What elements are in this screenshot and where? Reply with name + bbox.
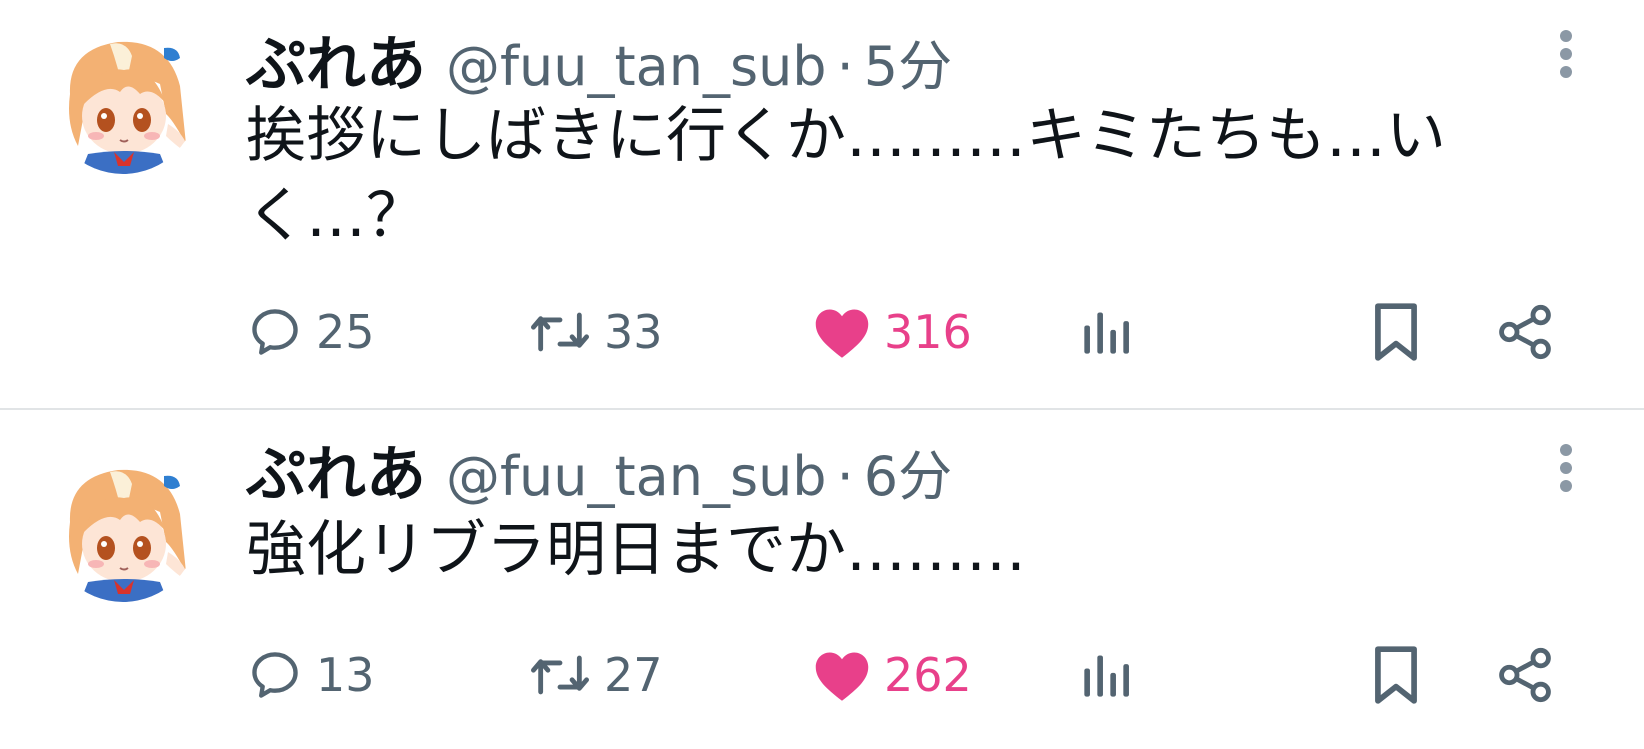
bookmark-icon [1375,303,1417,361]
more-options-button[interactable] [1556,440,1576,500]
retweet-button[interactable]: 27 [528,640,663,710]
display-name[interactable]: ぷれあ [246,16,426,103]
reply-count: 25 [316,305,375,359]
tweet-actions: 25 33 316 [246,297,1576,367]
like-button[interactable]: 262 [812,640,972,710]
tweet-actions: 13 27 262 [246,640,1576,710]
retweet-count: 33 [604,305,663,359]
timestamp[interactable]: 6分 [864,432,952,511]
heart-icon [815,652,869,701]
avatar-image [48,452,198,602]
more-options-button[interactable] [1556,26,1576,86]
more-icon [1560,444,1572,492]
retweet-icon [531,655,589,695]
bookmark-button[interactable] [1370,297,1422,367]
user-handle[interactable]: @fuu_tan_sub [446,35,827,98]
views-icon [1084,312,1129,354]
tweet-header: ぷれあ @fuu_tan_sub · 6分 [246,426,952,513]
views-icon [1084,655,1129,697]
heart-icon [815,309,869,358]
tweet-text: 強化リブラ明日までか……… [246,515,1026,585]
reply-count: 13 [316,648,375,702]
share-icon [1499,647,1551,703]
views-button[interactable] [1080,640,1132,710]
share-button[interactable] [1496,297,1554,367]
like-count: 262 [884,648,972,702]
user-handle[interactable]: @fuu_tan_sub [446,445,827,508]
more-icon [1560,30,1572,78]
retweet-button[interactable]: 33 [528,297,663,367]
share-button[interactable] [1496,640,1554,710]
separator-dot: · [836,445,854,508]
tweet[interactable]: ぷれあ @fuu_tan_sub · 5分 挨拶にしばきに行くか………キミたちも… [0,0,1644,409]
reply-icon [252,309,298,355]
like-count: 316 [884,305,972,359]
timestamp[interactable]: 5分 [864,22,952,101]
tweet-text: 挨拶にしばきに行くか………キミたちも…いく…？ [246,101,1446,251]
avatar[interactable] [48,452,198,602]
reply-button[interactable]: 25 [246,297,375,367]
avatar-image [48,24,198,174]
separator-dot: · [836,35,854,98]
views-button[interactable] [1080,297,1132,367]
reply-button[interactable]: 13 [246,640,375,710]
avatar[interactable] [48,24,198,174]
tweet-header: ぷれあ @fuu_tan_sub · 5分 [246,16,952,103]
retweet-count: 27 [604,648,663,702]
display-name[interactable]: ぷれあ [246,426,426,513]
share-icon [1499,304,1551,360]
bookmark-icon [1375,646,1417,704]
retweet-icon [531,312,589,352]
bookmark-button[interactable] [1370,640,1422,710]
like-button[interactable]: 316 [812,297,972,367]
reply-icon [252,652,298,698]
tweet[interactable]: ぷれあ @fuu_tan_sub · 6分 強化リブラ明日までか……… 13 2… [0,410,1644,749]
